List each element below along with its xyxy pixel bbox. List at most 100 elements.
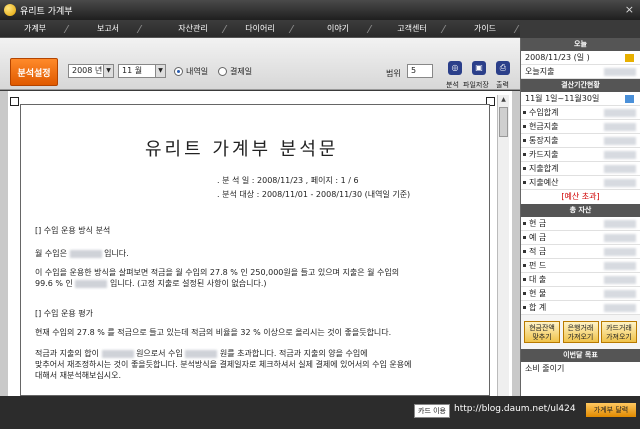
analysis-date: . 분 석 일 : 2008/11/23 , 페이지 : 1 / 6 <box>217 176 359 185</box>
menu-story[interactable]: 이야기 <box>308 23 368 34</box>
text-segment: 원으로서 수입 <box>136 349 183 358</box>
bank-import-button[interactable]: 은행거래 가져오기 <box>562 321 599 343</box>
period-header: 결산기간현황 <box>521 79 640 92</box>
redacted-value <box>101 349 134 358</box>
print-label: 출력 <box>496 81 509 89</box>
today-header: 오늘 <box>521 38 640 51</box>
row-label: 대 출 <box>529 275 547 284</box>
radio-settle-label: 결제일 <box>230 67 253 76</box>
asset-header: 총 자산 <box>521 204 640 217</box>
chevron-down-icon: ▼ <box>155 65 165 77</box>
radio-dot <box>218 67 227 76</box>
redacted-value <box>75 279 108 288</box>
evaluation-line: 현재 수입의 27.8 % 를 적금으로 들고 있는데 적금의 비율을 32 %… <box>35 328 392 337</box>
redacted-value <box>604 234 636 242</box>
section-heading-income-evaluation: [] 수입 운용 평가 <box>35 309 94 318</box>
period-range: 11월 1일~11월30일 <box>521 92 640 106</box>
text-segment: 99.6 % 인 <box>35 279 73 288</box>
document-scrollbar[interactable]: ▲ <box>497 95 509 396</box>
calendar-button[interactable]: 가계부 달력 <box>586 403 636 417</box>
asset-row: 현 금 <box>521 217 640 231</box>
budget-over-badge: [예산 초과] <box>561 192 600 201</box>
redacted-value <box>185 349 218 358</box>
cash-balance-button[interactable]: 현금잔액 맞추기 <box>524 321 560 343</box>
row-label: 펀 드 <box>529 261 547 270</box>
status-bar: 카드 이용 http://blog.daum.net/ul424 가계부 달력 <box>0 396 640 429</box>
today-date: 2008/11/23 (일 ) <box>521 51 640 65</box>
redacted-value <box>604 151 636 159</box>
asset-row: 펀 드 <box>521 259 640 273</box>
period-row: 지출합계 <box>521 162 640 176</box>
redacted-value <box>604 220 636 228</box>
row-label: 예 금 <box>529 233 547 242</box>
save-label: 파일저장 <box>463 81 489 89</box>
period-row: 통장지출 <box>521 134 640 148</box>
today-spend-row: 오늘지출 <box>521 65 640 79</box>
range-value: 5 <box>411 66 417 75</box>
asset-row: 예 금 <box>521 231 640 245</box>
analysis-icon[interactable]: ◎ <box>448 61 462 75</box>
watermark-url: http://blog.daum.net/ul424 <box>454 404 576 414</box>
text-segment: 월 수입은 <box>35 249 67 258</box>
radio-settle-date[interactable]: 결제일 <box>218 66 252 77</box>
redacted-value <box>604 109 636 117</box>
redacted-value <box>604 276 636 284</box>
menu-guide[interactable]: 가이드 <box>455 23 515 34</box>
today-spend-label: 오늘지출 <box>525 67 555 76</box>
calendar-icon[interactable] <box>625 54 634 62</box>
redacted-value <box>604 68 636 76</box>
analysis-line-2: 99.6 % 인 입니다. (고정 지출로 설정된 사항이 없습니다.) <box>35 278 267 289</box>
goal-text: 소비 줄이기 <box>525 364 565 373</box>
card-import-button[interactable]: 카드거래 가져오기 <box>601 321 637 343</box>
close-button[interactable]: × <box>625 3 634 16</box>
refresh-icon[interactable] <box>625 95 634 103</box>
row-label: 지출예산 <box>529 178 559 187</box>
print-icon[interactable]: ⎙ <box>496 61 510 75</box>
window-title: 유리트 가계부 <box>20 6 73 17</box>
menu-support[interactable]: 고객센터 <box>382 23 442 34</box>
row-label: 합 계 <box>529 303 547 312</box>
app-logo-icon <box>4 4 16 16</box>
range-stepper[interactable]: 5 <box>407 64 433 78</box>
menu-diary[interactable]: 다이어리 <box>230 23 290 34</box>
evaluation-line-3: 맞추어서 재조정하시는 것이 좋을듯합니다. 분석방식을 결제일자로 체크하셔서… <box>35 360 412 369</box>
row-label: 현 물 <box>529 289 547 298</box>
year-value: 2008 년 <box>72 66 103 75</box>
period-row: 현금지출 <box>521 120 640 134</box>
radio-dot <box>174 67 183 76</box>
row-label: 카드지출 <box>529 150 559 159</box>
chevron-down-icon: ▼ <box>103 65 113 77</box>
period-row: 카드지출 <box>521 148 640 162</box>
page-corner-marker <box>10 97 19 106</box>
row-label: 현 금 <box>529 219 547 228</box>
month-select[interactable]: 11 월 ▼ <box>118 64 166 78</box>
card-import-field[interactable]: 카드 이용 <box>414 404 450 418</box>
analysis-toolbar: 분석설정 2008 년 ▼ 11 월 ▼ 내역일 결제일 범위 5 ◎ ▣ ⎙ <box>0 38 520 90</box>
asset-row: 적 금 <box>521 245 640 259</box>
asset-row: 현 물 <box>521 287 640 301</box>
row-label: 통장지출 <box>529 136 559 145</box>
report-title: 유리트 가계부 분석문 <box>145 139 339 160</box>
save-icon[interactable]: ▣ <box>472 61 486 75</box>
period-row: 지출예산 <box>521 176 640 190</box>
redacted-value <box>604 165 636 173</box>
radio-income-label: 내역일 <box>186 67 209 76</box>
today-date-text: 2008/11/23 (일 ) <box>525 53 590 62</box>
period-range-text: 11월 1일~11월30일 <box>525 94 600 103</box>
analysis-setting-button[interactable]: 분석설정 <box>10 58 58 86</box>
text-segment: 적금과 지출의 합이 <box>35 349 99 358</box>
menu-household[interactable]: 가계부 <box>5 23 65 34</box>
redacted-value <box>604 123 636 131</box>
scroll-up-icon[interactable]: ▲ <box>499 96 508 105</box>
analysis-line: 이 수입을 운용한 방식을 살펴보면 적금을 월 수입의 27.8 % 인 25… <box>35 268 400 277</box>
scroll-thumb[interactable] <box>499 107 508 137</box>
section-heading-income-method: [] 수입 운용 방식 분석 <box>35 226 111 235</box>
analysis-label: 분석 <box>446 81 459 89</box>
year-select[interactable]: 2008 년 ▼ <box>68 64 114 78</box>
asset-row: 합 계 <box>521 301 640 315</box>
text-segment: 입니다. (고정 지출로 설정된 사항이 없습니다.) <box>109 279 267 288</box>
menu-asset[interactable]: 자산관리 <box>163 23 223 34</box>
radio-income-date[interactable]: 내역일 <box>174 66 208 77</box>
menu-report[interactable]: 보고서 <box>78 23 138 34</box>
evaluation-line-2: 적금과 지출의 합이 원으로서 수입 원를 초과합니다. 적금과 지출의 양을 … <box>35 348 368 359</box>
